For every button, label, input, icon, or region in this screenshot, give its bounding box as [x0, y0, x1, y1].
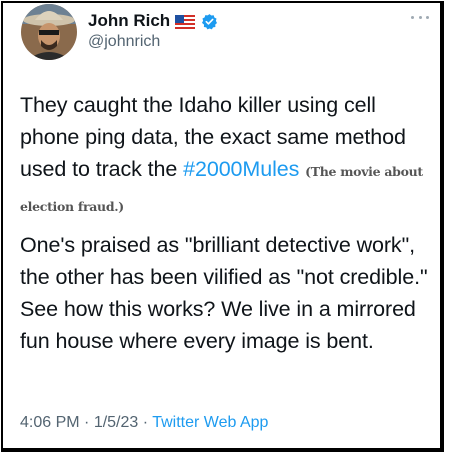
avatar[interactable]: [21, 4, 77, 60]
source-app-link[interactable]: Twitter Web App: [152, 414, 268, 431]
tweet-text: They caught the Idaho killer using cell …: [20, 89, 440, 357]
verified-badge-icon: [201, 13, 218, 30]
author-display-name[interactable]: John Rich: [88, 11, 170, 31]
meta-separator: ·: [79, 414, 94, 431]
tweet-paragraph-2: One's praised as "brilliant detective wo…: [20, 233, 428, 353]
tweet-paragraph-1: They caught the Idaho killer using cell …: [20, 89, 440, 223]
tweet-date[interactable]: 1/5/23: [94, 414, 138, 431]
meta-separator: ·: [138, 414, 153, 431]
author-name-row[interactable]: John Rich: [88, 11, 218, 31]
more-options-icon[interactable]: [411, 14, 429, 20]
author-handle[interactable]: @johnrich: [88, 33, 160, 51]
us-flag-icon: [175, 14, 196, 29]
tweet-metadata: 4:06 PM · 1/5/23 · Twitter Web App: [20, 414, 268, 432]
hashtag-link[interactable]: #2000Mules: [183, 157, 299, 181]
tweet-time[interactable]: 4:06 PM: [20, 414, 80, 431]
